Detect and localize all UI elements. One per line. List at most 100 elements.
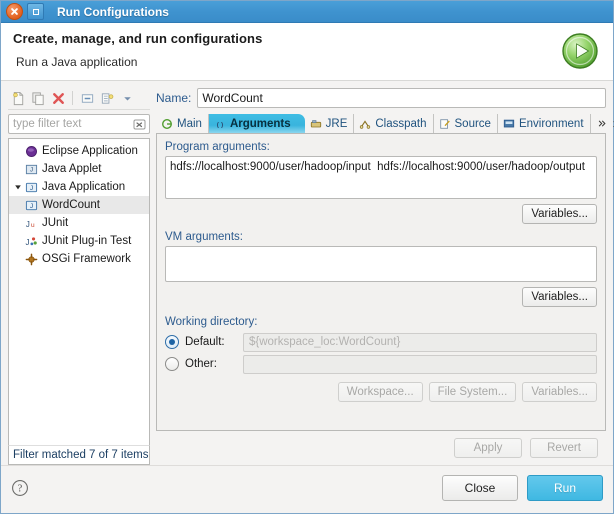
name-label: Name:	[156, 91, 192, 105]
window-title: Run Configurations	[57, 4, 169, 19]
environment-tab-icon	[502, 117, 516, 131]
svg-text:J: J	[25, 219, 29, 228]
working-directory-other-row[interactable]: Other:	[165, 353, 597, 375]
title-bar: Run Configurations	[1, 1, 613, 23]
configurations-panel: type filter text Eclipse Application J J…	[8, 87, 150, 465]
configurations-tree[interactable]: Eclipse Application J Java Applet J Java…	[8, 138, 150, 445]
svg-text:?: ?	[18, 483, 23, 494]
tab-jre[interactable]: JRE	[305, 114, 355, 133]
working-directory-default-row[interactable]: Default: ${workspace_loc:WordCount}	[165, 331, 597, 353]
duplicate-configuration-icon[interactable]	[30, 90, 46, 106]
vm-arguments-label: VM arguments:	[165, 231, 243, 243]
tab-label: Classpath	[375, 117, 427, 130]
other-radio-label: Other:	[185, 358, 217, 370]
tree-item-java-applet[interactable]: J Java Applet	[9, 160, 149, 178]
revert-button[interactable]: Revert	[530, 438, 598, 458]
dialog-header: Create, manage, and run configurations R…	[1, 23, 613, 81]
default-radio-label: Default:	[185, 336, 225, 348]
vm-variables-button[interactable]: Variables...	[522, 287, 597, 307]
close-icon[interactable]	[6, 3, 23, 20]
page-title: Create, manage, and run configurations	[13, 31, 263, 46]
tree-item-label: JUnit Plug-in Test	[42, 235, 132, 247]
tab-main[interactable]: Main	[156, 114, 209, 133]
vm-arguments-actions: Variables...	[165, 287, 597, 307]
svg-text:u: u	[30, 221, 34, 228]
tree-item-label: Eclipse Application	[42, 145, 138, 157]
tree-expand-arrow[interactable]	[12, 183, 23, 191]
apply-revert-row: Apply Revert	[156, 431, 606, 465]
filter-status-text: Filter matched 7 of 7 items	[8, 445, 150, 465]
tree-item-eclipse-application[interactable]: Eclipse Application	[9, 142, 149, 160]
tab-label: Arguments	[229, 117, 291, 130]
program-arguments-input[interactable]	[165, 156, 597, 199]
java-applet-icon: J	[23, 163, 39, 176]
new-configuration-icon[interactable]	[10, 90, 26, 106]
arguments-tab-icon: ()	[213, 117, 227, 131]
name-row: Name:	[156, 87, 606, 109]
vm-arguments-input[interactable]	[165, 246, 597, 282]
tree-item-wordcount[interactable]: J WordCount	[9, 196, 149, 214]
default-radio[interactable]	[165, 335, 179, 349]
tree-item-osgi-framework[interactable]: OSGi Framework	[9, 250, 149, 268]
tree-item-label: JUnit	[42, 217, 69, 229]
tree-item-junit-plugin-test[interactable]: J JUnit Plug-in Test	[9, 232, 149, 250]
delete-configuration-icon[interactable]	[50, 90, 66, 106]
configurations-toolbar	[8, 87, 150, 110]
radio-dot	[169, 339, 175, 345]
working-directory-variables-button[interactable]: Variables...	[522, 382, 597, 402]
tree-item-label: Java Application	[42, 181, 126, 193]
close-glyph	[11, 8, 18, 15]
tab-label: Main	[177, 117, 202, 130]
maximize-icon[interactable]	[27, 3, 44, 20]
file-system-button[interactable]: File System...	[428, 382, 517, 402]
view-menu-chevron-icon[interactable]	[119, 90, 135, 106]
svg-text:J: J	[29, 184, 32, 191]
other-radio[interactable]	[165, 357, 179, 371]
default-directory-input: ${workspace_loc:WordCount}	[243, 332, 597, 352]
eclipse-icon	[23, 145, 39, 158]
main-tab-icon	[160, 117, 174, 131]
source-tab-icon	[438, 117, 452, 131]
toolbar-separator	[72, 91, 73, 105]
filter-input[interactable]: type filter text	[13, 118, 81, 130]
workspace-button[interactable]: Workspace...	[337, 382, 423, 402]
tree-item-junit[interactable]: J u JUnit	[9, 214, 149, 232]
collapse-all-icon[interactable]	[79, 90, 95, 106]
tab-arguments[interactable]: () Arguments	[208, 114, 305, 133]
java-application-icon: J	[23, 181, 39, 194]
name-input[interactable]	[197, 88, 606, 108]
close-button[interactable]: Close	[442, 474, 518, 501]
working-directory-group: Working directory: Default: ${workspace_…	[165, 316, 597, 402]
tab-source[interactable]: Source	[434, 114, 498, 133]
dialog-footer: ? Close Run	[1, 465, 613, 509]
tab-bar: Main () Arguments JRE Classpath Source E…	[156, 113, 614, 133]
dialog-body: type filter text Eclipse Application J J…	[1, 81, 614, 465]
filter-icon[interactable]	[99, 90, 115, 106]
tab-overflow-button[interactable]: 1	[591, 114, 614, 133]
jre-tab-icon	[309, 117, 323, 131]
run-play-icon	[559, 30, 601, 72]
tab-label: Source	[454, 117, 491, 130]
tree-item-label: Java Applet	[42, 163, 102, 175]
help-icon[interactable]: ?	[11, 479, 29, 497]
java-application-icon: J	[23, 199, 39, 212]
other-directory-input[interactable]	[243, 354, 597, 374]
page-subtitle: Run a Java application	[16, 55, 138, 69]
program-arguments-actions: Variables...	[165, 204, 597, 224]
filter-input-wrapper[interactable]: type filter text	[8, 114, 150, 134]
svg-text:J: J	[25, 237, 29, 246]
apply-button[interactable]: Apply	[454, 438, 522, 458]
tab-environment[interactable]: Environment	[498, 114, 591, 133]
tab-classpath[interactable]: Classpath	[354, 114, 434, 133]
maximize-glyph	[32, 8, 39, 15]
configuration-editor: Name: Main ()	[156, 87, 614, 465]
arguments-tab-panel: Program arguments: Variables... VM argum…	[156, 133, 606, 431]
tab-label: JRE	[325, 117, 348, 130]
tree-item-label: OSGi Framework	[42, 253, 131, 265]
program-variables-button[interactable]: Variables...	[522, 204, 597, 224]
tree-item-java-application[interactable]: J Java Application	[9, 178, 149, 196]
run-button[interactable]: Run	[527, 474, 603, 501]
junit-icon: J u	[23, 217, 39, 230]
tab-label: Environment	[518, 117, 584, 130]
clear-icon[interactable]	[133, 118, 146, 131]
